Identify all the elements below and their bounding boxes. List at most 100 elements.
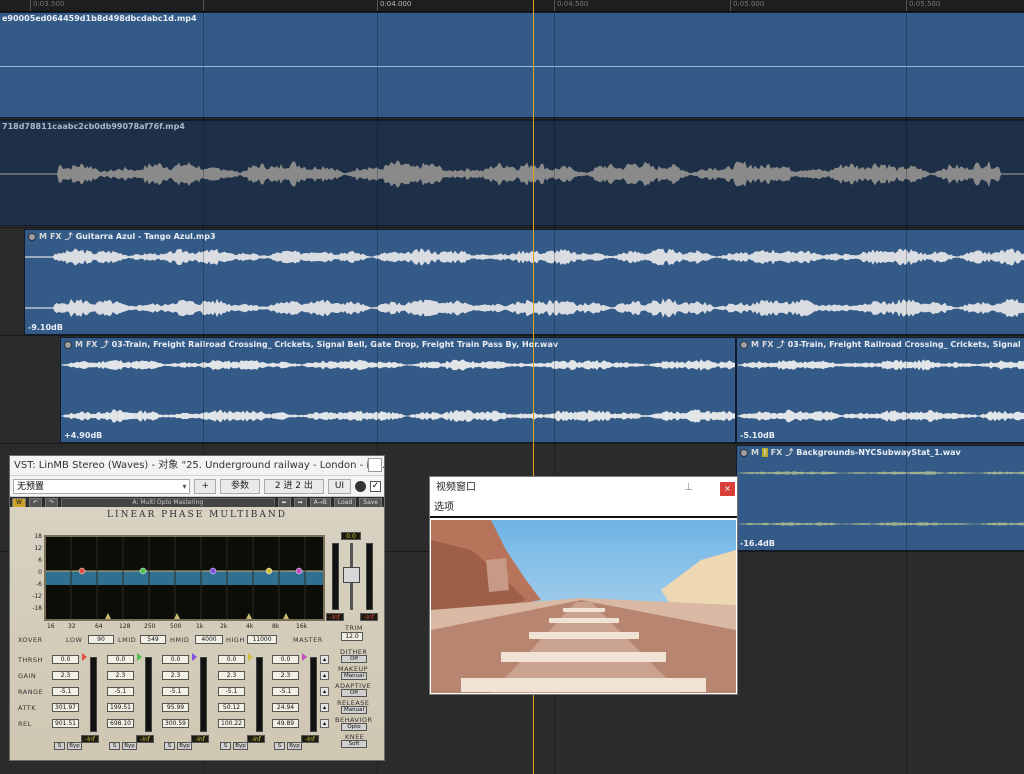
band-3-eq-handle[interactable]	[209, 567, 217, 575]
band-5-solo-button[interactable]: S	[274, 742, 285, 750]
band-2-thrsh-value[interactable]: 0.0	[107, 655, 134, 664]
band-4-meter	[256, 657, 263, 732]
crossover-marker[interactable]	[283, 613, 289, 619]
band-2-attk-value[interactable]: 199.51	[107, 703, 134, 712]
trim-slider-handle[interactable]	[343, 567, 360, 583]
trim-value[interactable]: 12.0	[341, 632, 363, 641]
master-updown[interactable]: ▴	[320, 655, 329, 664]
close-button[interactable]	[368, 458, 382, 472]
band-2-solo-button[interactable]: S	[109, 742, 120, 750]
time-ruler[interactable]: 0:03.500 0:04.000 0:04.500 0:05.000 0:05…	[0, 0, 1024, 12]
band-3-bypass-button[interactable]: Byp	[177, 742, 192, 750]
band-1-attk-value[interactable]: 301.97	[52, 703, 79, 712]
audio-clip[interactable]: M FX ⤴ 03-Train, Freight Railroad Crossi…	[60, 337, 736, 443]
ui-button[interactable]: UI	[327, 478, 352, 494]
ab-compare-button[interactable]: A→B	[309, 497, 331, 508]
threshold-marker-icon[interactable]	[192, 653, 197, 661]
add-preset-button[interactable]: +	[194, 478, 217, 494]
save-button[interactable]: Save	[359, 497, 382, 508]
band-4-rel-value[interactable]: 100.22	[218, 719, 245, 728]
dither-button[interactable]: Off	[341, 655, 367, 663]
master-updown[interactable]: ▴	[320, 687, 329, 696]
band-4-thrsh-value[interactable]: 0.0	[218, 655, 245, 664]
threshold-marker-icon[interactable]	[137, 653, 142, 661]
band-4-solo-button[interactable]: S	[220, 742, 231, 750]
trim-label: TRIM	[345, 624, 364, 632]
xover-lmid-value[interactable]: 549	[140, 635, 166, 644]
crossover-marker[interactable]	[105, 613, 111, 619]
band-2-range-value[interactable]: -5.1	[107, 687, 134, 696]
release-button[interactable]: Manual	[341, 706, 367, 714]
band-2-gain-value[interactable]: 2.3	[107, 671, 134, 680]
crossover-marker[interactable]	[246, 613, 252, 619]
makeup-button[interactable]: Manual	[341, 672, 367, 680]
band-5-attk-value[interactable]: 24.94	[272, 703, 299, 712]
band-1-meter	[90, 657, 97, 732]
band-3-attk-value[interactable]: 95.99	[162, 703, 189, 712]
band-5-eq-handle[interactable]	[295, 567, 303, 575]
band-5-rel-value[interactable]: 49.89	[272, 719, 299, 728]
threshold-marker-icon[interactable]	[82, 653, 87, 661]
threshold-marker-icon[interactable]	[302, 653, 307, 661]
xover-low-value[interactable]: 90	[88, 635, 114, 644]
record-icon[interactable]	[355, 480, 367, 492]
master-updown[interactable]: ▴	[320, 703, 329, 712]
audio-clip[interactable]: M FX ⤴ Guitarra Azul - Tango Azul.mp3 -9…	[24, 229, 1024, 335]
prev-preset-button[interactable]: ⬅	[277, 497, 291, 508]
knee-button[interactable]: Soft	[341, 740, 367, 748]
xover-hmid-value[interactable]: 4000	[195, 635, 223, 644]
waves-preset-name[interactable]: A: Multi Opto Mastering	[61, 497, 275, 508]
grid-line	[906, 11, 907, 774]
clip-title: e90005ed064459d1b8d498dbcdabc1d.mp4	[2, 14, 197, 23]
band-4-bypass-button[interactable]: Byp	[233, 742, 248, 750]
band-5-gain-value[interactable]: 2.3	[272, 671, 299, 680]
band-2-rel-value[interactable]: 698.10	[107, 719, 134, 728]
band-1-rel-value[interactable]: 901.51	[52, 719, 79, 728]
video-clip[interactable]: 718d78811caabc2cb0db99078af76f.mp4	[0, 120, 1024, 226]
load-button[interactable]: Load	[333, 497, 357, 508]
band-2-bypass-button[interactable]: Byp	[122, 742, 137, 750]
band-3-thrsh-value[interactable]: 0.0	[162, 655, 189, 664]
band-5-bypass-button[interactable]: Byp	[287, 742, 302, 750]
threshold-marker-icon[interactable]	[248, 653, 253, 661]
undo-button[interactable]: ↶	[28, 497, 42, 508]
band-4-eq-handle[interactable]	[265, 567, 273, 575]
next-preset-button[interactable]: ➡	[293, 497, 307, 508]
redo-button[interactable]: ↷	[44, 497, 58, 508]
band-1-range-value[interactable]: -5.1	[52, 687, 79, 696]
preset-dropdown[interactable]: 无预置	[13, 478, 191, 494]
video-clip[interactable]: e90005ed064459d1b8d498dbcdabc1d.mp4	[0, 12, 1024, 118]
io-button[interactable]: 2 进 2 出	[263, 478, 324, 494]
band-1-bypass-button[interactable]: Byp	[67, 742, 82, 750]
band-4-range-value[interactable]: -5.1	[218, 687, 245, 696]
adaptive-button[interactable]: Off	[341, 689, 367, 697]
audio-clip[interactable]: M ! FX ⤴ Backgrounds-NYCSubwayStat_1.wav…	[736, 445, 1024, 551]
band-5-range-value[interactable]: -5.1	[272, 687, 299, 696]
band-1-gain-value[interactable]: 2.3	[52, 671, 79, 680]
hmid-label: HMID	[170, 636, 190, 644]
band-3-gain-value[interactable]: 2.3	[162, 671, 189, 680]
master-updown[interactable]: ▴	[320, 719, 329, 728]
behavior-button[interactable]: Opto	[341, 723, 367, 731]
close-button[interactable]: ×	[720, 482, 735, 496]
options-menu[interactable]: 选项	[430, 499, 737, 518]
band-4-gain-value[interactable]: 2.3	[218, 671, 245, 680]
band-5-thrsh-value[interactable]: 0.0	[272, 655, 299, 664]
params-button[interactable]: 参数	[220, 478, 260, 494]
band-1-solo-button[interactable]: S	[54, 742, 65, 750]
pin-icon[interactable]: ⊥	[684, 477, 693, 499]
audio-clip[interactable]: M FX ⤴ 03-Train, Freight Railroad Crossi…	[736, 337, 1024, 443]
band-3-range-value[interactable]: -5.1	[162, 687, 189, 696]
band-3-solo-button[interactable]: S	[164, 742, 175, 750]
master-updown[interactable]: ▴	[320, 671, 329, 680]
band-3-rel-value[interactable]: 300.59	[162, 719, 189, 728]
band-2-eq-handle[interactable]	[139, 567, 147, 575]
eq-display[interactable]	[44, 535, 325, 621]
band-1-eq-handle[interactable]	[78, 567, 86, 575]
waveform-stereo	[737, 471, 1024, 526]
band-1-thrsh-value[interactable]: 0.0	[52, 655, 79, 664]
band-4-attk-value[interactable]: 50.12	[218, 703, 245, 712]
freq-tick: 16	[47, 623, 55, 630]
enable-checkbox[interactable]: ✓	[370, 480, 381, 492]
xover-high-value[interactable]: 11000	[247, 635, 277, 644]
